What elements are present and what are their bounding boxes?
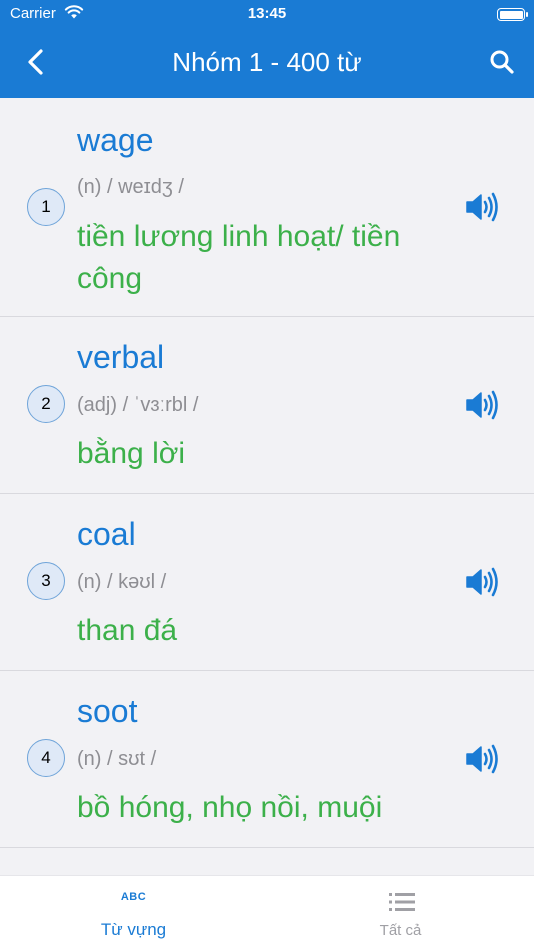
word-text: wage <box>77 122 154 158</box>
pronunciation-text: (n) / weɪdʒ / <box>77 176 184 198</box>
tab-bar: ABC Từ vựng Tất cả <box>0 875 534 950</box>
speaker-icon[interactable] <box>465 744 499 774</box>
clock: 13:45 <box>247 5 287 22</box>
item-number-badge: 1 <box>27 188 65 226</box>
speaker-icon[interactable] <box>465 390 499 420</box>
list-icon <box>389 892 415 912</box>
item-number-badge: 2 <box>27 385 65 423</box>
battery-icon <box>497 8 528 21</box>
speaker-icon[interactable] <box>465 567 499 597</box>
nav-header: Carrier 13:45 Nhóm 1 - 400 từ <box>0 0 534 98</box>
meaning-text: bồ hóng, nhọ nồi, muội <box>77 791 383 824</box>
word-text: verbal <box>77 339 165 375</box>
list-item[interactable]: 3 coal (n) / kəʊl / than đá <box>0 494 534 671</box>
meaning-text: tiền lương linh hoạt/ tiền công <box>77 220 401 295</box>
tab-vocabulary[interactable]: ABC Từ vựng <box>0 876 267 950</box>
item-number-badge: 3 <box>27 562 65 600</box>
pronunciation-text: (n) / sʊt / <box>77 748 157 770</box>
tab-label: Từ vựng <box>100 920 167 939</box>
list-item[interactable]: 1 wage (n) / weɪdʒ / tiền lương linh hoạ… <box>0 98 534 317</box>
abc-icon: ABC <box>120 891 147 903</box>
word-text: coal <box>77 516 136 552</box>
pronunciation-text: (n) / kəʊl / <box>77 571 167 593</box>
word-text: soot <box>77 693 138 729</box>
item-number-badge: 4 <box>27 739 65 777</box>
pronunciation-text: (adj) / ˈvɜːrbl / <box>77 394 199 416</box>
meaning-text: than đá <box>77 614 178 647</box>
list-item[interactable]: 4 soot (n) / sʊt / bồ hóng, nhọ nồi, muộ… <box>0 671 534 848</box>
speaker-icon[interactable] <box>465 192 499 222</box>
tab-label: Tất cả <box>379 922 422 939</box>
status-bar: Carrier 13:45 <box>0 0 534 30</box>
list-item[interactable]: 2 verbal (adj) / ˈvɜːrbl / bằng lời <box>0 317 534 494</box>
word-list[interactable]: 1 wage (n) / weɪdʒ / tiền lương linh hoạ… <box>0 98 534 875</box>
tab-all[interactable]: Tất cả <box>267 876 534 950</box>
search-icon[interactable] <box>489 49 515 75</box>
meaning-text: bằng lời <box>77 437 186 470</box>
page-title: Nhóm 1 - 400 từ <box>172 47 362 77</box>
